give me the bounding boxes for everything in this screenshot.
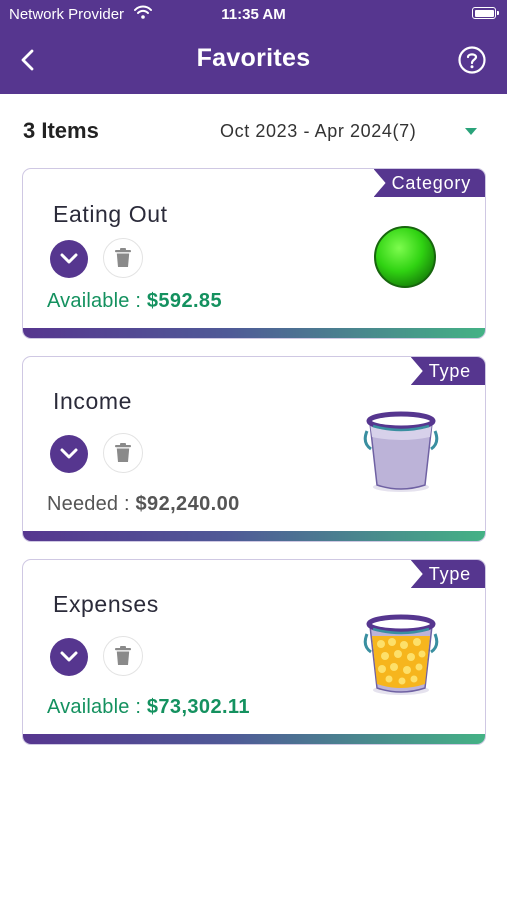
amount-value: $92,240.00 xyxy=(135,493,240,515)
card-title: Expenses xyxy=(53,591,159,617)
period-dropdown[interactable]: Oct 2023 - Apr 2024(7) xyxy=(220,121,416,142)
amount-line: Available : $592.85 xyxy=(47,290,222,313)
amount-value: $73,302.11 xyxy=(146,696,250,718)
trash-icon xyxy=(115,646,131,665)
chevron-down-icon xyxy=(60,448,78,459)
status-bar: Network Provider 11:35 AM xyxy=(0,0,507,28)
delete-button[interactable] xyxy=(103,636,143,676)
amount-label: Needed : xyxy=(47,493,136,515)
favorite-card-expenses[interactable]: Type Expenses Available : $73,302.11 xyxy=(22,559,486,745)
card-accent-bar xyxy=(23,328,485,338)
trash-icon xyxy=(115,248,131,267)
green-dot-icon xyxy=(373,225,437,294)
chevron-down-icon xyxy=(60,651,78,662)
page-title: Favorites xyxy=(196,44,311,72)
amount-line: Needed : $92,240.00 xyxy=(47,493,240,516)
question-circle-icon xyxy=(458,46,486,74)
help-button[interactable] xyxy=(457,45,487,75)
card-ribbon: Type xyxy=(410,357,485,385)
card-accent-bar xyxy=(23,734,485,744)
amount-label: Available : xyxy=(47,290,147,312)
card-title: Eating Out xyxy=(53,201,168,227)
top-bar: Network Provider 11:35 AM Favorites xyxy=(0,0,507,94)
coin-bucket-icon xyxy=(361,612,441,703)
favorite-card-income[interactable]: Type Income Needed : $92,240.00 xyxy=(22,356,486,542)
card-title: Income xyxy=(53,388,133,414)
delete-button[interactable] xyxy=(103,433,143,473)
trash-icon xyxy=(115,443,131,462)
card-accent-bar xyxy=(23,531,485,541)
expand-button[interactable] xyxy=(50,240,88,278)
amount-line: Available : $73,302.11 xyxy=(47,696,250,719)
amount-label: Available : xyxy=(47,696,147,718)
amount-value: $592.85 xyxy=(146,290,222,312)
clock: 11:35 AM xyxy=(221,6,286,23)
item-count: 3 Items xyxy=(23,118,99,143)
delete-button[interactable] xyxy=(103,238,143,278)
expand-button[interactable] xyxy=(50,435,88,473)
card-ribbon: Category xyxy=(373,169,485,197)
favorite-card-eating-out[interactable]: Category Eating Out Available : $592.85 xyxy=(22,168,486,339)
dropdown-arrow-icon[interactable] xyxy=(465,128,477,135)
expand-button[interactable] xyxy=(50,638,88,676)
empty-bucket-icon xyxy=(361,409,441,500)
card-ribbon: Type xyxy=(410,560,485,588)
chevron-down-icon xyxy=(60,253,78,264)
battery-icon xyxy=(472,7,499,19)
